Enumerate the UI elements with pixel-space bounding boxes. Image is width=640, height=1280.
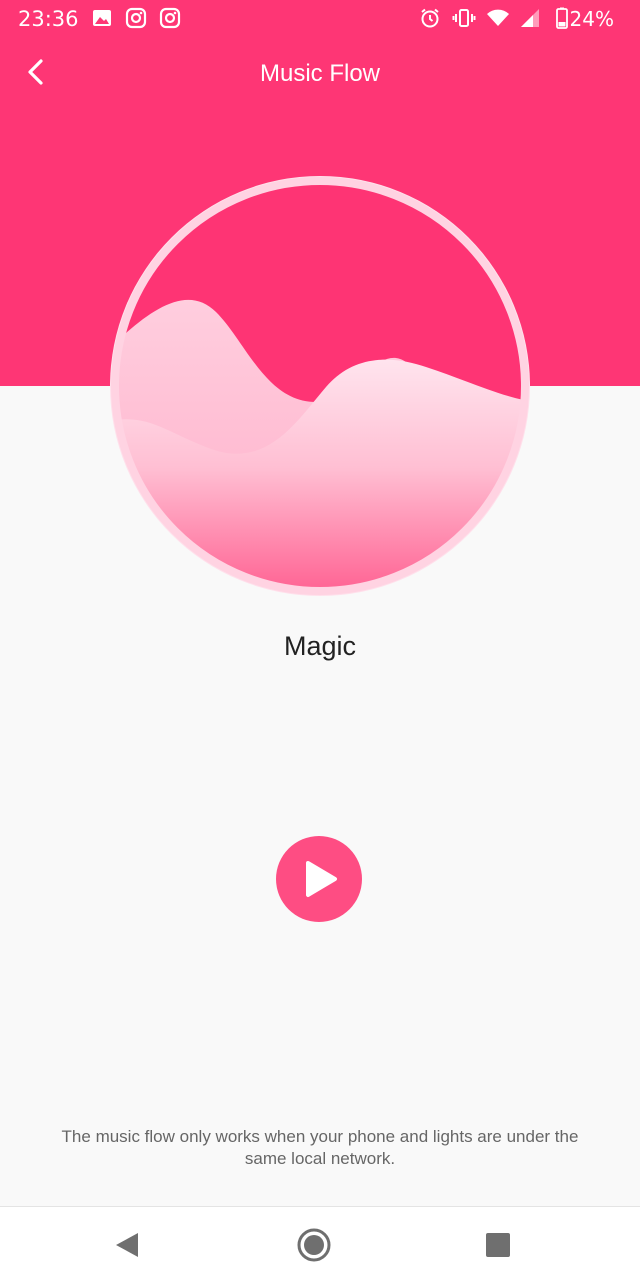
- instagram-icon: [124, 6, 148, 30]
- network-note: The music flow only works when your phon…: [61, 1127, 579, 1168]
- mode-label: Magic: [283, 631, 357, 661]
- navigation-bar: [0, 1206, 640, 1280]
- nav-back-icon: [116, 1233, 138, 1257]
- status-time: 23:36: [18, 7, 79, 31]
- wifi-icon: [486, 6, 510, 30]
- nav-home-button[interactable]: [290, 1221, 338, 1269]
- nav-home-icon: [297, 1228, 331, 1262]
- battery-percent: 24%: [569, 7, 614, 31]
- nav-recents-button[interactable]: [474, 1221, 522, 1269]
- instagram-icon: [158, 6, 182, 30]
- page-title: Music Flow: [259, 60, 380, 87]
- status-bar: 23:36 24%: [0, 0, 640, 40]
- alarm-icon: [418, 6, 442, 30]
- image-icon: [90, 6, 114, 30]
- music-flow-visual: [106, 172, 534, 600]
- signal-icon: [518, 6, 542, 30]
- vibrate-icon: [452, 6, 476, 30]
- nav-recents-icon: [486, 1233, 510, 1257]
- nav-back-button[interactable]: [103, 1221, 151, 1269]
- play-button[interactable]: [276, 836, 362, 922]
- play-icon: [306, 861, 337, 897]
